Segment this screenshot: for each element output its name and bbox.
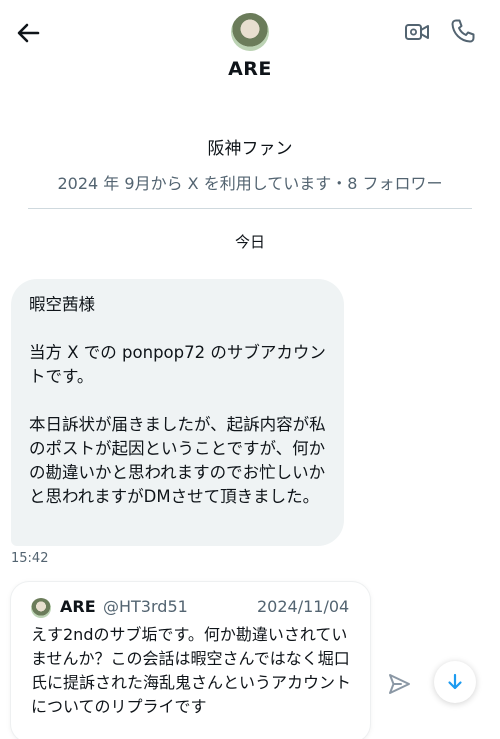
- quoted-post-date: 2024/11/04: [257, 597, 350, 616]
- conversation-title[interactable]: ARE: [0, 58, 500, 80]
- day-separator: 今日: [234, 233, 265, 251]
- quoted-post-author-name: ARE: [60, 597, 96, 616]
- profile-display-name: 阪神ファン: [207, 139, 293, 159]
- quoted-post-card[interactable]: ARE @HT3rd51 2024/11/04 えす2ndのサブ垢です。何か勘違…: [11, 582, 370, 739]
- avatar[interactable]: [231, 13, 269, 51]
- arrow-down-icon: [448, 673, 462, 690]
- arrow-left-icon: [17, 23, 40, 43]
- send-button[interactable]: [386, 671, 412, 697]
- quoted-post-handle: @HT3rd51: [103, 597, 188, 616]
- video-camera-icon: [405, 24, 429, 40]
- message-timestamp: 15:42: [11, 551, 49, 566]
- phone-icon: [451, 19, 475, 43]
- quoted-post-text: えす2ndのサブ垢です。何か勘違いされていませんか？この会話は暇空さんではなく堀…: [31, 625, 352, 716]
- profile-meta: 2024 年 9月から X を利用しています・8 フォロワー: [57, 174, 443, 193]
- quoted-post-avatar: [31, 598, 51, 618]
- send-icon: [389, 674, 410, 694]
- scroll-to-bottom-button[interactable]: [434, 661, 476, 703]
- conversation-header: ARE: [0, 0, 500, 96]
- divider: [28, 208, 472, 209]
- message-bubble[interactable]: 暇空茜様 当方 X での ponpop72 のサブアカウントです。 本日訴状が届…: [11, 279, 344, 546]
- voice-call-button[interactable]: [449, 17, 477, 45]
- back-button[interactable]: [14, 18, 44, 48]
- video-call-button[interactable]: [403, 18, 431, 46]
